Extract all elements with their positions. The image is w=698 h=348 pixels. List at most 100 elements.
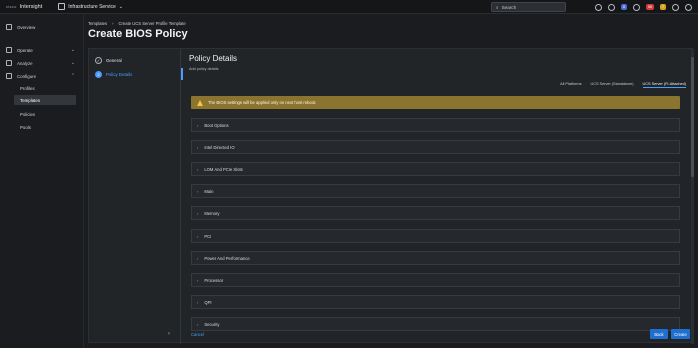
refresh-icon[interactable] [595,3,602,11]
info-badge-count: 8 [623,5,625,9]
section-label: PCI [204,233,212,239]
chevron-right-icon: › [197,299,199,305]
section-pci[interactable]: › PCI [191,229,680,243]
breadcrumb: Templates › Create UCS Server Profile Te… [88,21,186,26]
sidebar-item-overview[interactable]: Overview [0,22,84,32]
scrollbar-thumb[interactable] [691,57,694,177]
sidebar-item-label: Analyze [17,60,33,66]
cancel-button[interactable]: Cancel [191,332,204,337]
section-label: Security [204,321,220,327]
sidebar-subitem-label: Policies [20,111,36,117]
section-security[interactable]: › Security [191,317,680,331]
step-number: 2 [95,71,102,78]
sidebar-item-label: Operate [17,47,33,53]
section-boot-options[interactable]: › Boot Options [191,118,680,132]
section-processor[interactable]: › Processor [191,273,680,287]
create-button[interactable]: Create [671,329,690,339]
back-button[interactable]: Back [650,329,668,339]
content-scrollbar[interactable] [691,49,694,344]
sidebar-subitem-label: Pools [20,124,31,130]
chevron-right-icon: › [197,233,199,239]
analyze-icon [6,60,12,66]
critical-badge-count: 56 [648,5,652,9]
sidebar-subitem-label: Templates [20,97,41,103]
chevron-right-icon: › [197,122,199,128]
section-lom-pcie[interactable]: › LOM And PCIe Slots [191,162,680,176]
chevron-down-icon: ⌄ [70,47,75,53]
chevron-right-icon: › [197,255,199,261]
user-icon[interactable] [685,3,692,11]
tab-all-platforms[interactable]: All Platforms [560,82,581,88]
step-policy-details[interactable]: 2 Policy Details [95,71,132,78]
chevron-down-icon: ⌄ [118,3,123,10]
bell-icon[interactable] [633,3,640,11]
help-icon[interactable] [672,3,679,11]
tab-standalone[interactable]: UCS Server (Standalone) [590,82,633,88]
breadcrumb-templates[interactable]: Templates [88,21,107,26]
search-icon: ⌕ [496,4,499,10]
warning-text: The BIOS settings will be applied only o… [208,100,317,105]
sidebar-item-label: Overview [17,24,36,30]
top-bar: cisco Intersight Infrastructure Service … [0,0,698,14]
service-label: Infrastructure Service [68,3,116,10]
section-intel-directed-io[interactable]: › Intel Directed IO [191,140,680,154]
sidebar-subitem-templates[interactable]: Templates [14,95,76,105]
breadcrumb-current[interactable]: Create UCS Server Profile Template [119,21,186,26]
sidebar-item-operate[interactable]: Operate ⌄ [0,45,84,55]
section-label: Power And Performance [204,255,250,261]
main-content: Templates › Create UCS Server Profile Te… [84,14,698,348]
sidebar: Overview Operate ⌄ Analyze ⌄ Configure ⌃… [0,14,84,348]
requests-icon[interactable] [608,3,615,11]
details-title: Policy Details [189,54,238,63]
wizard-steps: ✓ General 2 Policy Details ‹ [89,49,181,344]
warning-badge[interactable]: 7 [660,4,666,10]
chevron-right-icon: › [197,277,199,283]
tab-fi-attached[interactable]: UCS Server (FI-Attached) [642,82,686,88]
sidebar-item-configure[interactable]: Configure ⌃ [0,71,84,81]
sidebar-subitem-label: Profiles [20,85,35,91]
chevron-right-icon: › [197,144,199,150]
service-selector[interactable]: Infrastructure Service ⌄ [58,3,123,10]
section-label: QPI [204,299,212,305]
section-label: Memory [204,210,220,216]
app-name: Intersight [19,3,43,10]
wrench-icon [6,73,12,79]
section-label: Main [204,188,214,194]
gear-icon [6,47,12,53]
sidebar-subitem-policies[interactable]: Policies [14,109,76,119]
critical-badge[interactable]: 56 [646,4,654,10]
sidebar-item-analyze[interactable]: Analyze ⌄ [0,58,84,68]
sidebar-subitem-profiles[interactable]: Profiles [14,83,76,93]
chevron-right-icon: › [197,321,199,327]
section-label: Boot Options [204,122,229,128]
active-step-indicator [181,68,183,80]
section-memory[interactable]: › Memory [191,206,680,220]
platform-tabs: All Platforms UCS Server (Standalone) UC… [560,82,686,88]
top-actions: 8 56 7 [595,2,692,12]
section-label: Processor [204,277,224,283]
chevron-right-icon: › [197,166,199,172]
step-label: General [106,58,122,63]
app-logo[interactable]: cisco Intersight [6,4,42,10]
page-title: Create BIOS Policy [88,28,188,40]
section-label: Intel Directed IO [204,144,235,150]
globe-icon [6,24,12,30]
sidebar-subitem-pools[interactable]: Pools [14,122,76,132]
warning-icon [197,99,203,106]
step-label: Policy Details [106,72,133,77]
breadcrumb-separator: › [112,21,114,26]
collapse-icon[interactable]: ‹ [168,331,170,337]
info-badge[interactable]: 8 [621,4,627,10]
check-icon: ✓ [95,57,102,64]
search-input[interactable]: ⌕ Search [491,2,566,12]
policy-details-pane: Policy Details Add policy details All Pl… [185,49,694,344]
section-qpi[interactable]: › QPI [191,295,680,309]
section-main[interactable]: › Main [191,184,680,198]
chevron-right-icon: › [197,210,199,216]
sidebar-item-label: Configure [17,73,37,79]
warning-banner: The BIOS settings will be applied only o… [191,96,680,109]
warning-badge-count: 7 [662,5,664,9]
chevron-down-icon: ⌄ [70,60,75,66]
step-general[interactable]: ✓ General [95,57,122,64]
section-power-performance[interactable]: › Power And Performance [191,251,680,265]
